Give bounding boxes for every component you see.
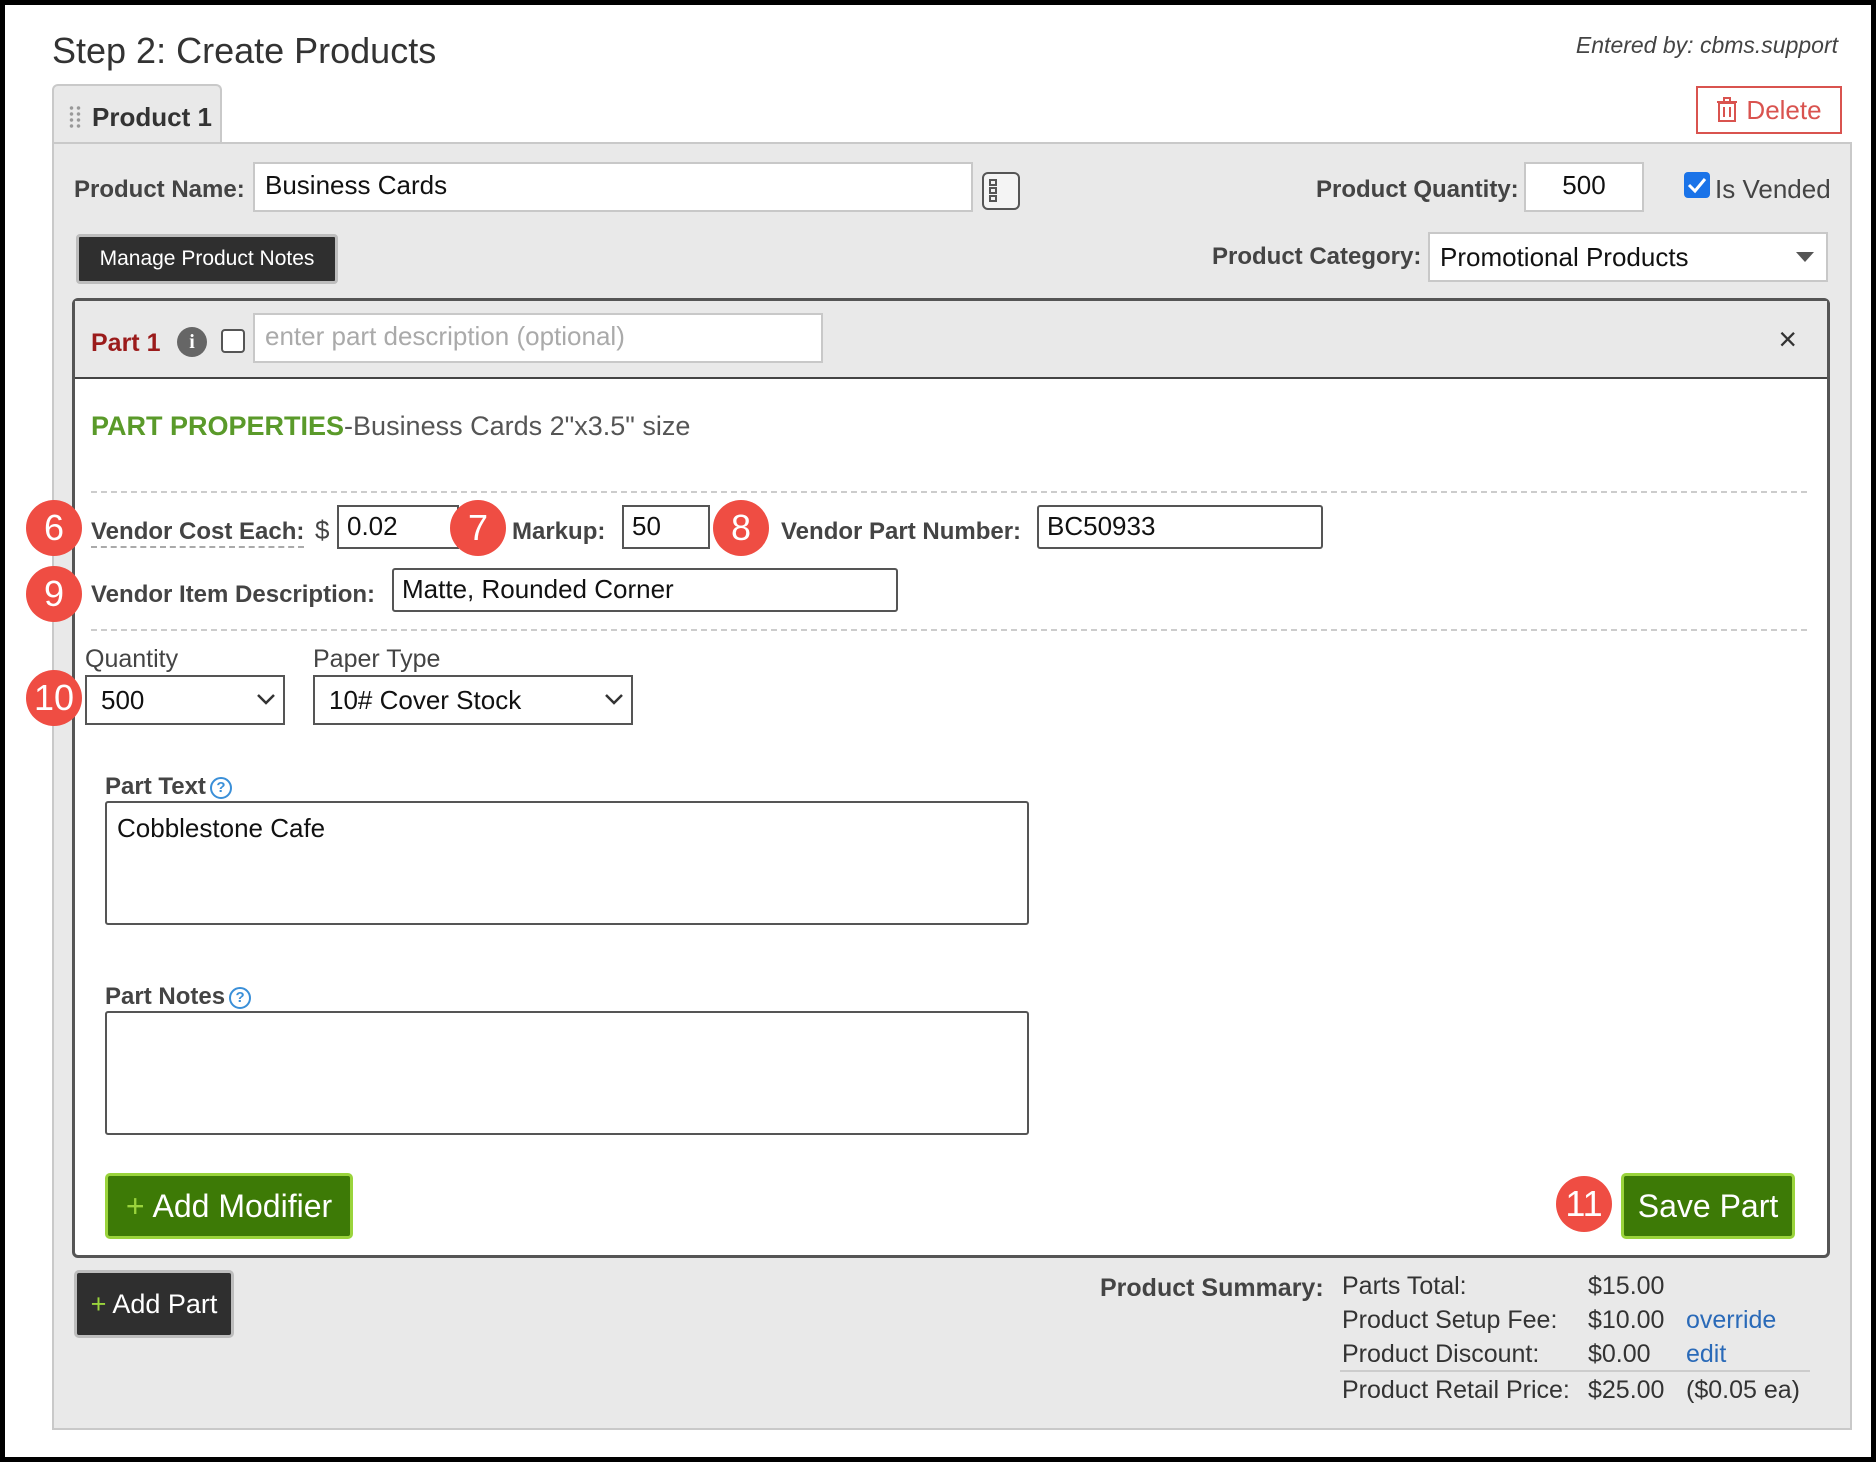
callout-9: 9 [26, 566, 82, 622]
markup-label: Markup: [512, 518, 606, 545]
delete-label: Delete [1746, 94, 1822, 125]
chevron-down-icon [257, 694, 275, 705]
setup-fee-label: Product Setup Fee: [1342, 1306, 1558, 1334]
paper-type-value: 10# Cover Stock [329, 685, 522, 715]
quantity-label: Quantity [85, 645, 179, 673]
grip-icon[interactable] [68, 105, 82, 129]
edit-link[interactable]: edit [1686, 1340, 1726, 1369]
save-part-button[interactable]: Save Part [1621, 1173, 1795, 1239]
part-title: Part 1 [91, 329, 161, 357]
vendor-part-number-input[interactable]: BC50933 [1037, 505, 1323, 549]
trash-icon [1717, 97, 1738, 122]
is-vended-checkbox[interactable] [1684, 172, 1710, 198]
product-category-value: Promotional Products [1440, 242, 1689, 272]
part-description-input[interactable]: enter part description (optional) [253, 313, 823, 363]
setup-fee-value: $10.00 [1588, 1306, 1665, 1334]
help-icon[interactable]: ? [209, 777, 232, 799]
vendor-part-number-label: Vendor Part Number: [781, 518, 1022, 545]
part-text-label-text: Part Text [105, 773, 206, 800]
retail-price-value: $25.00 [1588, 1376, 1665, 1404]
part-properties-subtitle: -Business Cards 2"x3.5" size [344, 411, 691, 441]
part-notes-textarea[interactable] [105, 1011, 1029, 1135]
quantity-value: 500 [101, 685, 145, 715]
override-link[interactable]: override [1686, 1306, 1776, 1335]
retail-price-each: ($0.05 ea) [1686, 1376, 1800, 1404]
discount-value: $0.00 [1588, 1340, 1651, 1368]
add-modifier-button[interactable]: + Add Modifier [105, 1173, 353, 1239]
product-name-input[interactable]: Business Cards [253, 162, 973, 212]
part-header: Part 1 i enter part description (optiona… [75, 301, 1827, 379]
product-quantity-label: Product Quantity: [1316, 176, 1519, 203]
add-part-button[interactable]: + Add Part [74, 1270, 234, 1338]
add-modifier-label: Add Modifier [152, 1187, 333, 1224]
parts-total-value: $15.00 [1588, 1272, 1665, 1300]
callout-11: 11 [1556, 1176, 1612, 1232]
part-properties-heading: PART PROPERTIES-Business Cards 2"x3.5" s… [91, 411, 690, 442]
entered-by: Entered by: cbms.support [1575, 32, 1838, 58]
quantity-select[interactable]: 500 [85, 675, 285, 725]
tab-product-1[interactable]: Product 1 [52, 84, 222, 146]
parts-total-label: Parts Total: [1342, 1272, 1467, 1300]
part-text-textarea[interactable]: Cobblestone Cafe [105, 801, 1029, 925]
callout-7: 7 [450, 500, 506, 556]
close-icon[interactable]: × [1778, 321, 1797, 358]
callout-8: 8 [713, 500, 769, 556]
chevron-down-icon [605, 694, 623, 705]
add-part-label: Add Part [112, 1288, 218, 1319]
part-select-checkbox[interactable] [221, 329, 245, 353]
info-icon[interactable]: i [177, 327, 207, 357]
product-quantity-input[interactable]: 500 [1524, 162, 1644, 212]
vendor-cost-label: Vendor Cost Each: [91, 518, 305, 548]
part-text-label: Part Text? [105, 773, 232, 801]
part-properties-label: PART PROPERTIES [91, 411, 345, 441]
chevron-down-icon [1796, 252, 1814, 262]
plus-icon: + [90, 1288, 107, 1319]
is-vended-label: Is Vended [1715, 174, 1831, 204]
product-category-select[interactable]: Promotional Products [1428, 232, 1828, 282]
divider [91, 629, 1807, 631]
page-title: Step 2: Create Products [52, 30, 437, 71]
tab-label: Product 1 [92, 102, 212, 132]
callout-10: 10 [26, 670, 82, 726]
divider [91, 491, 1807, 493]
part-notes-label: Part Notes? [105, 983, 252, 1011]
callout-6: 6 [26, 500, 82, 556]
vendor-cost-input[interactable]: 0.02 [337, 505, 459, 549]
discount-label: Product Discount: [1342, 1340, 1540, 1368]
delete-button[interactable]: Delete [1696, 86, 1842, 134]
retail-price-label: Product Retail Price: [1342, 1376, 1570, 1404]
help-icon[interactable]: ? [229, 987, 252, 1009]
currency-symbol: $ [315, 515, 330, 545]
product-name-label: Product Name: [74, 176, 245, 203]
product-category-label: Product Category: [1212, 243, 1422, 270]
check-icon [1687, 178, 1707, 194]
vendor-item-description-input[interactable]: Matte, Rounded Corner [392, 568, 898, 612]
markup-input[interactable]: 50 [622, 505, 710, 549]
part-container: Part 1 i enter part description (optiona… [72, 298, 1830, 1258]
plus-icon: + [125, 1187, 145, 1224]
part-notes-label-text: Part Notes [105, 983, 226, 1010]
summary-divider [1340, 1370, 1810, 1372]
vendor-item-description-label: Vendor Item Description: [91, 581, 376, 608]
paper-type-label: Paper Type [313, 645, 441, 673]
product-summary-label: Product Summary: [1100, 1274, 1324, 1302]
manage-product-notes-button[interactable]: Manage Product Notes [76, 234, 338, 284]
paper-type-select[interactable]: 10# Cover Stock [313, 675, 633, 725]
list-icon[interactable] [982, 172, 1020, 210]
